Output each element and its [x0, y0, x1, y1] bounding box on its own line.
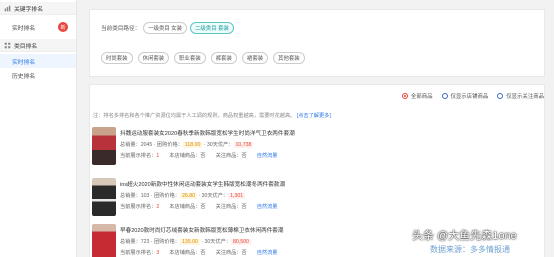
sidebar-section-label: 类目排名 [14, 43, 38, 50]
learn-more-link[interactable]: [点击了解更多] [297, 113, 331, 119]
watermark-source: 数据来源：多多情报通 [430, 245, 510, 254]
product-meta: 当前展示排名：2 本店铺商品：否 关注商品：否 自然流量 [120, 203, 277, 210]
trend-value: 1,301 [228, 193, 246, 199]
store-label: 本店铺商品： [169, 153, 201, 159]
sidebar-item-history[interactable]: 历史排名 [0, 68, 76, 82]
rank-value: 2 [156, 204, 160, 210]
product-row[interactable]: 抖魏运动服套装女2020春秋季新款韩版宽松学生时尚洋气卫衣两件套潮 总销量：20… [92, 127, 542, 171]
subcategory-tag[interactable]: 时尚套装 [101, 52, 133, 64]
sidebar-item-label: 历史排名 [12, 73, 36, 80]
subcategory-tags: 时尚套装 休闲套装 职业套装 裤套装 裙套装 其他套装 [101, 52, 305, 64]
trend-label: 30天优产： [201, 193, 229, 199]
radio-store-only[interactable]: 仅显示店铺商品 [441, 92, 488, 100]
product-thumbnail[interactable] [92, 224, 116, 257]
product-stats: 总销量：2045 · 团购价格： 118.00 · 30天优产： 10,738 [120, 142, 254, 148]
product-thumbnail[interactable] [92, 178, 116, 216]
price-label: 团购价格： [154, 239, 180, 245]
product-stats: 总销量：103 · 团购价格： 26.80 · 30天优产： 1,301 [120, 193, 246, 199]
store-value: 否 [200, 204, 206, 210]
price-value: 135.00 [179, 239, 200, 245]
follow-value: 否 [241, 204, 247, 210]
product-stats: 总销量：723 · 团购价格： 135.00 · 30天优产： 80,500 [120, 239, 251, 245]
product-row[interactable]: ins超火2020新款中性休闲运动套装女学生韩版宽松潮冬两件套款潮 总销量：10… [92, 178, 542, 222]
trend-label: 30天优产： [206, 142, 234, 148]
store-label: 本店铺商品： [169, 204, 201, 210]
chart-icon [4, 5, 11, 11]
radio-icon [497, 93, 504, 99]
rank-value: 1 [156, 153, 160, 159]
store-value: 否 [200, 153, 206, 159]
product-meta: 当前展示排名：3 本店铺商品：否 关注商品：否 自然流量 [120, 249, 277, 256]
flow-type[interactable]: 自然流量 [257, 249, 278, 256]
ranking-note: 注：排名多排名和各个推广资源位均属于人工调的规则，商品权重越高，需要时花越高。 … [93, 112, 331, 119]
flow-type[interactable]: 自然流量 [257, 203, 278, 210]
trend-label: 30天优产： [204, 239, 232, 245]
trend-value: 10,738 [233, 142, 254, 148]
subcategory-tag[interactable]: 裤套装 [210, 52, 237, 64]
radio-followed-only[interactable]: 仅显示关注商品 [497, 92, 544, 100]
radio-selected-icon [401, 93, 408, 99]
total-sales: 总销量：2045 [120, 142, 153, 148]
total-sales: 总销量：103 [120, 193, 150, 199]
follow-label: 关注商品： [215, 204, 242, 210]
sidebar-item-realtime-category[interactable]: 实时排名 [0, 54, 76, 68]
sidebar-item-realtime-keyword[interactable]: 实时排名 新 [0, 18, 76, 36]
rank-value: 3 [156, 250, 160, 256]
radio-icon [441, 93, 448, 99]
price-value: 26.80 [179, 193, 197, 199]
price-label: 团购价格： [156, 142, 183, 148]
product-thumbnail[interactable] [92, 127, 116, 165]
subcategory-tag[interactable]: 裙套装 [241, 52, 269, 64]
watermark-author: 头条 @大鱼先森1one [412, 230, 517, 242]
category-filter-panel [89, 9, 545, 77]
product-meta: 当前展示排名：1 本店铺商品：否 关注商品：否 自然流量 [120, 152, 277, 159]
follow-value: 否 [241, 153, 247, 159]
breadcrumb: 当前类目路径： 一级类目 女装 二级类目 套装 [101, 22, 234, 34]
price-value: 118.00 [182, 142, 203, 148]
breadcrumb-level1-tag[interactable]: 一级类目 女装 [143, 22, 188, 34]
flow-type[interactable]: 自然流量 [257, 152, 278, 159]
total-sales: 总销量：723 [120, 239, 150, 245]
sidebar-section-category[interactable]: 类目排名 [0, 39, 76, 52]
product-title[interactable]: 早春2020款时尚灯芯绒套装女新款韩版宽松薄棉卫衣休闲两件套潮 [120, 226, 283, 234]
follow-value: 否 [241, 250, 247, 256]
product-title[interactable]: 抖魏运动服套装女2020春秋季新款韩版宽松学生时尚洋气卫衣两件套潮 [120, 129, 295, 137]
breadcrumb-level2-tag[interactable]: 二级类目 套装 [190, 22, 234, 34]
sidebar-item-label: 实时排名 [12, 25, 36, 32]
breadcrumb-label: 当前类目路径： [101, 26, 141, 32]
rank-label: 当前展示排名： [120, 153, 157, 159]
product-title[interactable]: ins超火2020新款中性休闲运动套装女学生韩版宽松潮冬两件套款潮 [120, 180, 285, 188]
store-label: 本店铺商品： [169, 250, 201, 256]
radio-all[interactable]: 全部商品 [401, 92, 433, 100]
subcategory-tag[interactable]: 其他套装 [273, 52, 305, 64]
follow-label: 关注商品： [215, 153, 242, 159]
rank-label: 当前展示排名： [120, 204, 157, 210]
sidebar-item-label: 实时排名 [12, 59, 36, 66]
trend-value: 80,500 [231, 239, 251, 245]
store-value: 否 [200, 250, 206, 256]
rank-label: 当前展示排名： [120, 250, 157, 256]
sidebar-section-keyword[interactable]: 关键字排名 [0, 2, 76, 15]
grid-icon [4, 42, 11, 48]
price-label: 团购价格： [154, 193, 180, 199]
follow-label: 关注商品： [215, 250, 242, 256]
sidebar-section-label: 关键字排名 [14, 6, 43, 13]
new-badge: 新 [58, 22, 68, 32]
subcategory-tag[interactable]: 休闲套装 [137, 52, 170, 64]
subcategory-tag[interactable]: 职业套装 [174, 52, 206, 64]
sidebar: 关键字排名 实时排名 新 类目排名 实时排名 历史排名 [0, 0, 77, 257]
note-text: 注：排名多排名和各个推广资源位均属于人工调的规则，商品权重越高，需要时花越高。 [93, 113, 296, 119]
display-filter-radios: 全部商品 仅显示店铺商品 仅显示关注商品 [401, 92, 544, 100]
